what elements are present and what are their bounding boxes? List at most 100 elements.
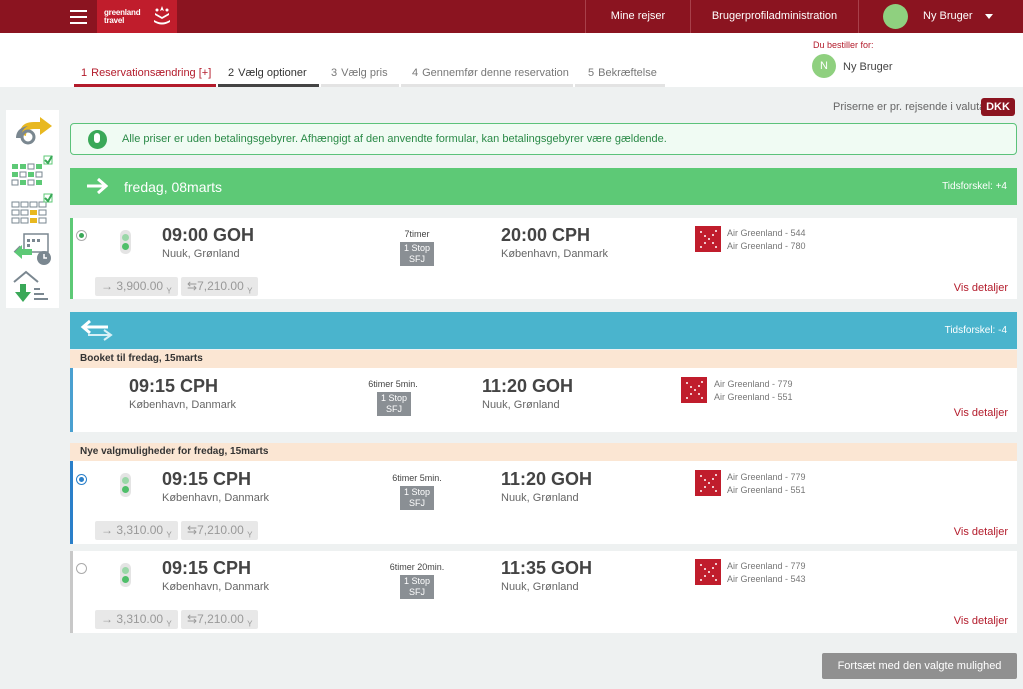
step-complete-reservation: 4 Gennemfør denne reservation — [401, 67, 573, 87]
flight-numbers: Air Greenland - 779 Air Greenland - 551 — [714, 378, 793, 404]
view-details-link[interactable]: Vis detaljer — [954, 407, 1008, 419]
step-label: Vælg optioner — [238, 67, 307, 79]
stop-count: 1 Stop — [403, 576, 431, 586]
greenland-travel-logo[interactable]: greenland travel — [97, 0, 177, 33]
seat-selection-icon[interactable] — [10, 154, 56, 192]
menu-icon[interactable] — [62, 0, 94, 33]
booked-flight-header: Booket til fredag, 15marts — [70, 350, 1017, 368]
continue-button[interactable]: Fortsæt med den valgte mulighed — [822, 653, 1017, 679]
departure-city: Nuuk, Grønland — [162, 248, 240, 260]
step-label: Vælg pris — [341, 67, 388, 79]
flight-radio[interactable] — [76, 563, 87, 574]
arrival-city: København, Danmark — [501, 248, 608, 260]
fare-class: Y — [247, 286, 253, 296]
price-value: 3,900.00 — [116, 279, 164, 293]
availability-indicator-icon — [120, 563, 131, 587]
view-details-link[interactable]: Vis detaljer — [954, 615, 1008, 627]
user-menu[interactable]: Ny Bruger — [858, 0, 1023, 33]
step-confirmation: 5 Bekræftelse — [575, 67, 665, 87]
arrow-right-icon — [87, 178, 108, 194]
stop-count: 1 Stop — [380, 393, 408, 403]
stop-airport: SFJ — [385, 404, 402, 414]
stop-badge: 1 Stop SFJ — [400, 486, 434, 510]
arrow-right-icon: → — [101, 279, 117, 293]
logo-text: greenland travel — [104, 8, 141, 25]
fee-info-box: Alle priser er uden betalingsgebyrer. Af… — [70, 123, 1017, 155]
arrival-city: Nuuk, Grønland — [501, 581, 579, 593]
info-icon — [88, 130, 107, 149]
stop-count: 1 Stop — [403, 487, 431, 497]
flight-duration: 6timer 5min. — [368, 379, 418, 389]
arrival-time: 20:00 CPH — [501, 225, 591, 245]
arrival-time: 11:20 GOH — [482, 376, 574, 396]
booker-label: Du bestiller for: — [813, 40, 874, 50]
step-label: Gennemfør denne reservation — [422, 67, 569, 79]
arrival-time: 11:20 GOH — [501, 469, 593, 489]
flight-number: Air Greenland - 543 — [727, 574, 806, 584]
one-way-price[interactable]: → 3,310.00 Y — [95, 521, 178, 540]
step-bar: 1 Reservationsændring [+] 2 Vælg optioner … — [0, 33, 1023, 87]
one-way-price[interactable]: → 3,310.00 Y — [95, 610, 178, 629]
air-greenland-logo — [695, 470, 721, 496]
step-number: 1 — [81, 67, 88, 79]
return-price[interactable]: ⇆7,210.00 Y — [181, 610, 259, 629]
flight-numbers: Air Greenland - 544 Air Greenland - 780 — [727, 227, 806, 253]
step-choose-options[interactable]: 2 Vælg optioner — [218, 67, 319, 87]
return-option-card[interactable]: 09:15 CPH København, Danmark 6timer 20mi… — [70, 551, 1017, 633]
schedule-change-icon[interactable] — [10, 230, 56, 268]
one-way-price[interactable]: → 3,900.00 Y — [95, 277, 178, 296]
change-flight-icon[interactable] — [10, 114, 56, 152]
stop-airport: SFJ — [408, 498, 425, 508]
stop-airport: SFJ — [408, 254, 425, 264]
flight-number: Air Greenland - 779 — [727, 561, 806, 571]
step-number: 4 — [412, 67, 419, 79]
return-price[interactable]: ⇆7,210.00 Y — [181, 521, 259, 540]
selection-bar — [70, 461, 73, 544]
arrival-time: 11:35 GOH — [501, 558, 593, 578]
selection-bar — [70, 218, 73, 299]
arrow-right-icon: → — [101, 523, 117, 537]
step-reservation-change[interactable]: 1 Reservationsændring [+] — [74, 67, 216, 87]
flight-radio[interactable] — [76, 230, 87, 241]
price-value: 7,210.00 — [197, 523, 244, 537]
outbound-flight-card[interactable]: 09:00 GOH Nuuk, Grønland 7timer 1 Stop SF… — [70, 218, 1017, 299]
avatar — [883, 4, 908, 29]
departure-time: 09:15 CPH — [162, 558, 252, 578]
return-header: Tidsforskel: -4 — [70, 312, 1017, 349]
top-bar: greenland travel Mine rejser Brugerprofi… — [0, 0, 1023, 33]
stop-badge: 1 Stop SFJ — [400, 242, 434, 266]
nav-my-trips[interactable]: Mine rejser — [585, 0, 690, 33]
flight-number: Air Greenland - 551 — [727, 485, 806, 495]
step-number: 2 — [228, 67, 235, 79]
fare-class: Y — [166, 530, 172, 540]
return-price[interactable]: ⇆7,210.00 Y — [181, 277, 259, 296]
booked-bar — [70, 368, 73, 432]
stop-airport: SFJ — [408, 587, 425, 597]
view-details-link[interactable]: Vis detaljer — [954, 282, 1008, 294]
flight-number: Air Greenland - 779 — [727, 472, 806, 482]
booked-flight-card: 09:15 CPH København, Danmark 6timer 5min… — [70, 368, 1017, 432]
price-value: 3,310.00 — [116, 523, 164, 537]
departure-time: 09:15 CPH — [129, 376, 219, 396]
departure-time: 09:00 GOH — [162, 225, 255, 245]
price-value: 3,310.00 — [116, 612, 164, 626]
timezone-difference: Tidsforskel: -4 — [944, 325, 1007, 336]
round-trip-icon: ⇆ — [187, 612, 198, 626]
view-details-link[interactable]: Vis detaljer — [954, 526, 1008, 538]
arrival-city: Nuuk, Grønland — [501, 492, 579, 504]
stop-badge: 1 Stop SFJ — [400, 575, 434, 599]
price-value: 7,210.00 — [197, 612, 244, 626]
availability-indicator-icon — [120, 230, 131, 254]
nav-profile-admin[interactable]: Brugerprofiladministration — [690, 0, 858, 33]
user-name: Ny Bruger — [923, 10, 973, 22]
sort-download-icon[interactable] — [10, 268, 56, 306]
flight-radio[interactable] — [76, 474, 87, 485]
flight-number: Air Greenland - 551 — [714, 392, 793, 402]
booker-name: Ny Bruger — [843, 61, 893, 73]
return-option-card[interactable]: 09:15 CPH København, Danmark 6timer 5min… — [70, 461, 1017, 544]
side-toolbar — [6, 110, 59, 308]
flight-numbers: Air Greenland - 779 Air Greenland - 543 — [727, 560, 806, 586]
flight-duration: 7timer — [404, 229, 430, 239]
stop-count: 1 Stop — [403, 243, 431, 253]
seat-map-icon[interactable] — [10, 192, 56, 230]
